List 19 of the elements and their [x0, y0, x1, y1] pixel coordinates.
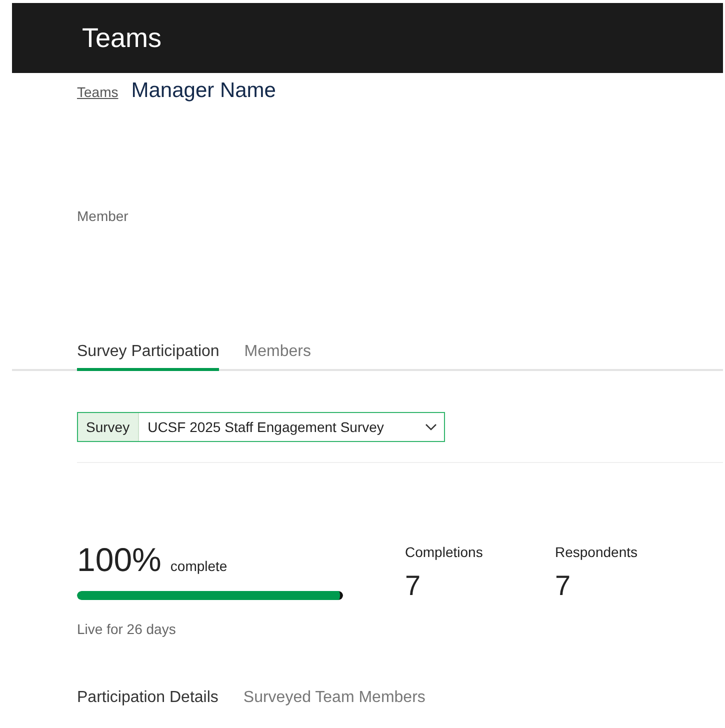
live-duration: Live for 26 days	[77, 621, 177, 637]
dropdown-value: UCSF 2025 Staff Engagement Survey	[146, 419, 385, 435]
breadcrumb-link[interactable]: Teams	[77, 84, 118, 100]
tab[interactable]: Surveyed Team Members	[243, 689, 426, 707]
stat-label: Respondents	[555, 544, 639, 560]
percent-value: 100%	[77, 541, 162, 578]
page-title: Teams	[82, 22, 162, 54]
dropdown-label: Survey	[78, 413, 139, 441]
stat-value: 7	[555, 570, 572, 602]
tab[interactable]: Survey Participation	[77, 343, 220, 371]
tab[interactable]: Participation Details	[77, 689, 218, 707]
stat-value: 7	[405, 570, 422, 602]
tab[interactable]: Members	[244, 343, 311, 371]
chevron-down-icon	[425, 423, 437, 431]
manager-name: Manager Name	[131, 79, 276, 103]
survey-dropdown[interactable]: Survey UCSF 2025 Staff Engagement Survey	[77, 412, 445, 442]
stat-label: Completions	[405, 544, 484, 560]
percent-suffix: complete	[170, 558, 228, 574]
member-label: Member	[77, 208, 130, 224]
